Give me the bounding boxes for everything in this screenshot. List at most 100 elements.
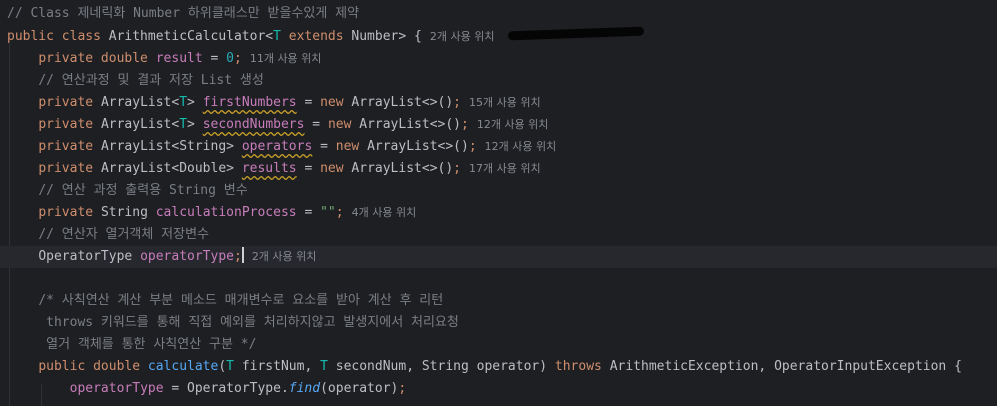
code-token: =: [296, 95, 321, 110]
code-token: ;: [453, 161, 461, 176]
code-token: >: [187, 95, 203, 110]
code-content: /* 사칙연산 계산 부분 메소드 매개변수로 요소를 받아 계산 후 리턴: [38, 293, 443, 308]
code-token: ;: [234, 51, 242, 66]
code-token: 0: [226, 51, 234, 66]
text-caret: [241, 247, 244, 263]
code-token: (: [218, 359, 227, 374]
usage-hint[interactable]: 11개 사용 위치: [250, 52, 322, 65]
code-content: // 연산 과정 출력용 String 변수: [38, 183, 247, 198]
code-token: operatorType: [69, 381, 164, 396]
code-token: firstNumbers: [202, 95, 297, 110]
code-token: =: [296, 205, 321, 220]
code-token: ArrayList<>(): [351, 161, 454, 176]
code-token: private: [38, 139, 101, 154]
code-line[interactable]: // 연산 과정 출력용 String 변수: [0, 180, 997, 202]
code-line[interactable]: private double result = 0; 11개 사용 위치: [0, 48, 997, 70]
code-token: String: [100, 205, 156, 220]
code-line[interactable]: /* 사칙연산 계산 부분 메소드 매개변수로 요소를 받아 계산 후 리턴: [0, 290, 997, 312]
code-token: ;: [453, 95, 461, 110]
code-line[interactable]: public double calculate(T firstNum, T se…: [0, 356, 997, 378]
code-token: ArithmeticCalculator<: [108, 29, 274, 44]
code-token: Number> {: [351, 29, 422, 44]
redaction-mark: [508, 26, 645, 41]
code-token: calculationProcess: [155, 205, 297, 220]
code-token: T: [179, 95, 188, 110]
code-token: ArrayList<>(): [367, 139, 469, 154]
code-token: new: [320, 95, 352, 110]
code-token: public class: [7, 29, 109, 44]
code-token: ;: [398, 381, 407, 396]
code-token: ;: [461, 117, 469, 132]
code-content: throws 키워드를 통해 직접 예외를 처리하지않고 발생지에서 처리요청: [46, 315, 459, 330]
code-token: new: [335, 139, 368, 154]
usage-hint[interactable]: 2개 사용 위치: [252, 250, 317, 263]
code-token: T: [273, 29, 281, 44]
code-content: operatorType = OperatorType.find(operato…: [70, 381, 407, 396]
code-token: firstNum,: [234, 359, 321, 374]
code-token: private: [38, 117, 101, 132]
code-content: private ArrayList<T> secondNumbers = new…: [38, 117, 548, 132]
code-token: // 연산자 열거객체 저장변수: [38, 227, 210, 242]
code-line[interactable]: private ArrayList<T> secondNumbers = new…: [0, 114, 997, 136]
code-content: OperatorType operatorType; 2개 사용 위치: [38, 247, 317, 264]
code-token: operatorType: [140, 249, 234, 264]
code-line[interactable]: operatorType = OperatorType.find(operato…: [0, 378, 997, 400]
code-token: ;: [468, 139, 477, 154]
code-token: ArrayList<: [100, 117, 180, 132]
code-line[interactable]: public class ArithmeticCalculator<T exte…: [0, 26, 997, 48]
code-token: = OperatorType.: [163, 381, 289, 396]
code-token: operators: [241, 139, 313, 154]
code-line[interactable]: private ArrayList<Double> results = new …: [0, 158, 997, 180]
code-line[interactable]: private ArrayList<String> operators = ne…: [0, 136, 997, 158]
code-token: // Class 제네릭화 Number 하위클래스만 받을수있게 제약: [7, 6, 360, 21]
usage-hint[interactable]: 15개 사용 위치: [469, 96, 541, 109]
code-token: ArrayList<: [100, 95, 180, 110]
code-line[interactable]: 열거 객체를 통한 사칙연산 구분 */: [0, 334, 997, 356]
code-token: (operator): [320, 381, 399, 396]
usage-hint[interactable]: 17개 사용 위치: [469, 162, 541, 175]
code-token: =: [312, 139, 336, 154]
code-line[interactable]: private String calculationProcess = ""; 4…: [0, 202, 997, 224]
code-token: T: [320, 359, 328, 374]
code-token: OperatorType: [38, 249, 141, 264]
code-content: private String calculationProcess = ""; 4…: [38, 205, 416, 220]
code-token: ArrayList<String>: [100, 139, 242, 154]
code-token: secondNum, String operator): [327, 359, 555, 374]
usage-hint[interactable]: 12개 사용 위치: [485, 140, 557, 153]
code-line[interactable]: private ArrayList<T> firstNumbers = new …: [0, 92, 997, 114]
code-token: new: [320, 161, 352, 176]
code-token: =: [304, 117, 328, 132]
code-token: T: [226, 359, 234, 374]
usage-hint[interactable]: 2개 사용 위치: [430, 30, 495, 43]
code-token: =: [202, 51, 227, 66]
code-line[interactable]: // 연산자 열거객체 저장변수: [0, 224, 997, 246]
code-token: 열거 객체를 통한 사칙연산 구분 */: [46, 337, 257, 352]
code-line[interactable]: // 연산과정 및 결과 저장 List 생성: [0, 70, 997, 92]
code-token: secondNumbers: [202, 117, 305, 132]
usage-hint[interactable]: 4개 사용 위치: [352, 206, 417, 219]
code-token: private double: [38, 51, 156, 66]
code-token: result: [155, 51, 203, 66]
code-token: calculate: [147, 359, 219, 374]
code-token: // 연산 과정 출력용 String 변수: [38, 183, 248, 198]
code-token: ArrayList<Double>: [100, 161, 242, 176]
code-token: results: [241, 161, 297, 176]
code-editor[interactable]: // Class 제네릭화 Number 하위클래스만 받을수있게 제약 publ…: [0, 0, 997, 406]
code-line[interactable]: OperatorType operatorType; 2개 사용 위치: [0, 246, 997, 268]
code-token: "": [320, 205, 336, 220]
code-content: private ArrayList<T> firstNumbers = new …: [38, 95, 540, 110]
code-line[interactable]: throws 키워드를 통해 직접 예외를 처리하지않고 발생지에서 처리요청: [0, 312, 997, 334]
code-content: 열거 객체를 통한 사칙연산 구분 */: [46, 337, 256, 352]
code-token: ArrayList<>(): [359, 117, 461, 132]
code-token: ;: [335, 205, 344, 220]
code-token: private: [38, 95, 101, 110]
code-line[interactable]: // Class 제네릭화 Number 하위클래스만 받을수있게 제약: [0, 3, 997, 25]
code-token: public double: [38, 359, 148, 374]
code-content: // Class 제네릭화 Number 하위클래스만 받을수있게 제약: [7, 6, 359, 21]
usage-hint[interactable]: 12개 사용 위치: [477, 118, 549, 131]
code-token: /* 사칙연산 계산 부분 메소드 매개변수로 요소를 받아 계산 후 리턴: [38, 293, 444, 308]
code-content: private ArrayList<String> operators = ne…: [38, 139, 556, 154]
code-token: ArithmeticException, OperatorInputExcept…: [609, 359, 962, 374]
code-token: T: [179, 117, 188, 132]
code-content: public double calculate(T firstNum, T se…: [38, 359, 962, 374]
